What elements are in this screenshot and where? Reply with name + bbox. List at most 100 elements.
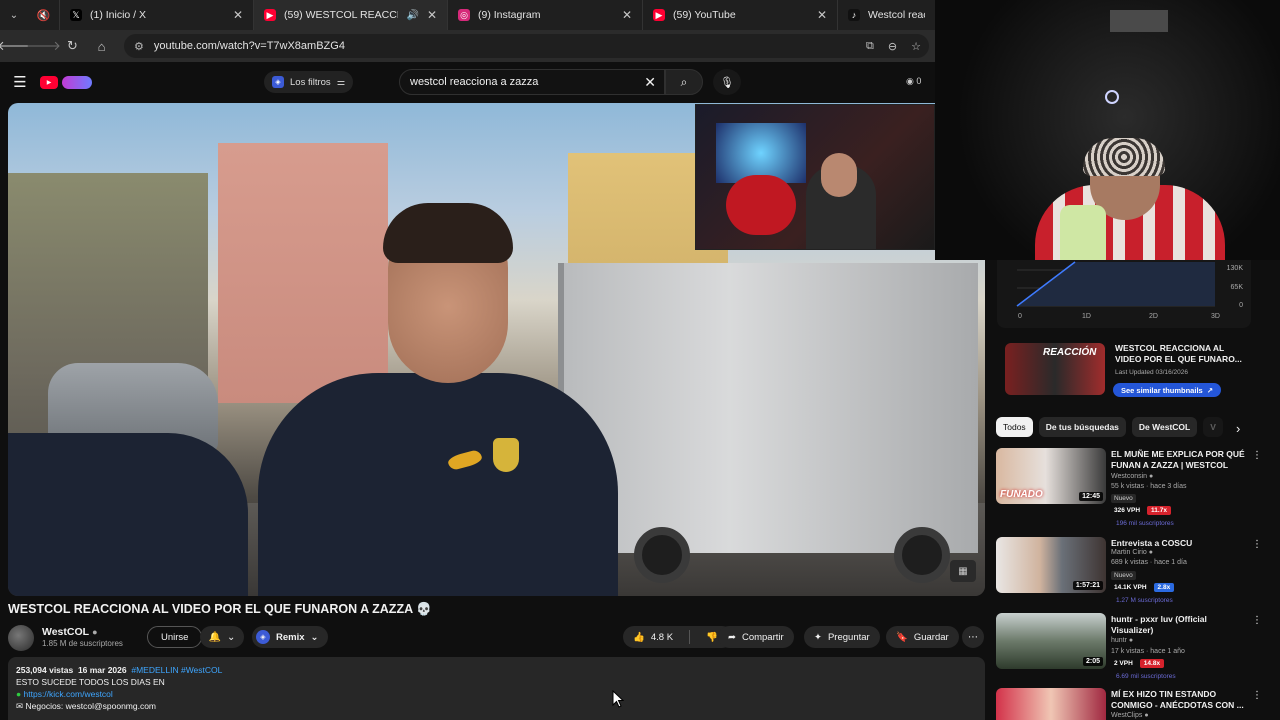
multiplier-badge: 2.8x (1153, 583, 1175, 592)
similar-date: Last Updated 03/16/2026 (1115, 369, 1189, 376)
home-icon[interactable]: ⌂ (87, 30, 116, 62)
recommendation-item[interactable]: 1:57:21 Entrevista a COSCU Martin Cirio … (996, 537, 1264, 621)
recommendation-title[interactable]: huntr - pxxr luv (Official Visualizer) (1111, 614, 1251, 636)
share-button[interactable]: ➦ Compartir (718, 626, 794, 648)
clear-search-icon[interactable]: ✕ (644, 74, 656, 91)
verified-icon: ● (92, 627, 98, 637)
more-actions-icon[interactable]: ⋯ (962, 626, 984, 648)
microphone-icon[interactable]: 🎙 (713, 69, 741, 95)
chip-next-partial[interactable]: V (1203, 417, 1223, 437)
chip-todos[interactable]: Todos (996, 417, 1033, 437)
site-info-icon[interactable]: ⚙ (134, 40, 144, 53)
green-dot-icon: ● (16, 689, 22, 699)
chevron-right-icon[interactable]: › (1236, 421, 1240, 436)
video-scene-wheel (894, 527, 950, 583)
video-description[interactable]: 253,094 vistas 16 mar 2026 #MEDELLIN #We… (8, 657, 985, 720)
webcam-scene-bottle (1060, 205, 1106, 260)
remix-button[interactable]: ◈ Remix ⌄ (252, 626, 329, 648)
similar-title[interactable]: WESTCOL REACCIONA AL VIDEO POR EL QUE FU… (1115, 343, 1251, 365)
see-similar-thumbnails-button[interactable]: See similar thumbnails ↗ (1113, 383, 1221, 397)
recommendation-channel[interactable]: Westconsin ● (1111, 473, 1153, 480)
recommendation-title[interactable]: EL MUÑE ME EXPLICA POR QUÉ FUNAN A ZAZZA… (1111, 449, 1251, 471)
hashtags[interactable]: #MEDELLIN #WestCOL (131, 665, 222, 675)
back-icon[interactable]: 🡐 (0, 30, 32, 62)
chip-de-westcol[interactable]: De WestCOL (1131, 417, 1198, 437)
speaker-icon[interactable]: 🔊 (406, 10, 418, 21)
close-icon[interactable]: ✕ (427, 8, 437, 22)
like-button[interactable]: 👍 4.8 K (623, 626, 683, 648)
join-button[interactable]: Unirse (147, 626, 203, 648)
webcam-scene-light (1105, 90, 1119, 104)
search-icon[interactable]: ⌕ (665, 69, 703, 95)
upload-date: 16 mar 2026 (77, 665, 127, 675)
channel-row: WestCOL ● 1.85 M de suscriptores Unirse 🔔… (8, 624, 985, 651)
tab-tiktok[interactable]: ♪ Westcol reacc (838, 0, 935, 30)
verified-icon: ● (1128, 637, 1134, 644)
close-icon[interactable]: ✕ (622, 8, 632, 22)
tab-instagram[interactable]: ◎ (9) Instagram ✕ (448, 0, 643, 30)
recommendation-item[interactable]: MÍ EX HIZO TIN ESTANDO CONMIGO - ANÉCDOT… (996, 688, 1264, 720)
youtube-icon: ▶ (653, 9, 665, 21)
youtube-logo[interactable]: ▶ (40, 75, 92, 89)
video-duration: 2:05 (1082, 657, 1103, 666)
recommendation-thumbnail[interactable] (996, 688, 1106, 720)
kick-link[interactable]: https://kick.com/westcol (24, 689, 113, 699)
filters-button[interactable]: ◈ Los filtros ⚌ (264, 71, 354, 93)
install-app-icon[interactable]: ⧉ (866, 40, 874, 53)
zoom-icon[interactable]: ⊖ (888, 40, 897, 53)
cam-scene-screen (716, 123, 806, 183)
description-stats: 253,094 vistas 16 mar 2026 #MEDELLIN #We… (16, 664, 977, 676)
chip-de-tus-busquedas[interactable]: De tus búsquedas (1038, 417, 1126, 437)
address-bar[interactable]: ⚙ youtube.com/watch?v=T7wX8amBZG4 ⧉ ⊖ ☆ (124, 34, 929, 58)
tab-x[interactable]: 𝕏 (1) Inicio / X ✕ (60, 0, 254, 30)
ask-button[interactable]: ✦ Preguntar (804, 626, 880, 648)
chevron-down-icon: ⌄ (227, 631, 236, 643)
recommendation-thumbnail[interactable]: FUNADO 12:45 (996, 448, 1106, 504)
bookmark-star-icon[interactable]: ☆ (911, 40, 921, 53)
close-icon[interactable]: ✕ (817, 8, 827, 22)
more-vert-icon[interactable]: ⋮ (1252, 539, 1262, 550)
channel-name[interactable]: WestCOL ● (42, 626, 98, 638)
similar-thumbnail[interactable]: REACCIÓN (1005, 343, 1105, 395)
sparkle-icon: ✦ (814, 631, 822, 643)
recommendation-stats: 2 VPH 14.8x (1111, 659, 1165, 668)
save-label: Guardar (913, 631, 949, 643)
search-input[interactable]: westcol reacciona a zazza ✕ (399, 69, 665, 95)
more-vert-icon[interactable]: ⋮ (1252, 450, 1262, 461)
tab-westcol-video[interactable]: ▶ (59) WESTCOL REACCIONA 🔊 ✕ (254, 0, 448, 30)
recommendation-title[interactable]: Entrevista a COSCU (1111, 538, 1251, 549)
view-count: 253,094 vistas (16, 665, 74, 675)
external-link-icon: ↗ (1206, 385, 1213, 395)
recommendation-title[interactable]: MÍ EX HIZO TIN ESTANDO CONMIGO - ANÉCDOT… (1111, 689, 1251, 711)
tab-search-chevron-icon[interactable]: ⌄ (0, 0, 28, 30)
video-scene-truck (558, 263, 978, 583)
save-button[interactable]: 🔖 Guardar (886, 626, 959, 648)
recommendation-channel[interactable]: Martin Cirio ● (1111, 549, 1153, 556)
youtube-icon: ▶ (264, 9, 276, 21)
verified-icon: ● (1149, 473, 1154, 480)
instagram-icon: ◎ (458, 9, 470, 21)
recommendation-item[interactable]: FUNADO 12:45 EL MUÑE ME EXPLICA POR QUÉ … (996, 448, 1264, 532)
webcam-scene-cap (1083, 138, 1165, 176)
recommendation-channel[interactable]: WestClips ● (1111, 712, 1149, 719)
reload-icon[interactable]: ↻ (58, 30, 87, 62)
close-icon[interactable]: ✕ (233, 8, 243, 22)
ask-label: Preguntar (827, 631, 870, 643)
recommendation-item[interactable]: 2:05 huntr - pxxr luv (Official Visualiz… (996, 613, 1264, 697)
recommendation-thumbnail[interactable]: 1:57:21 (996, 537, 1106, 593)
more-vert-icon[interactable]: ⋮ (1252, 690, 1262, 701)
channel-avatar[interactable] (8, 625, 34, 651)
tab-youtube[interactable]: ▶ (59) YouTube ✕ (643, 0, 838, 30)
verified-icon: ● (1144, 712, 1149, 719)
forward-icon[interactable]: 🡒 (26, 30, 61, 62)
tab-muted-icon[interactable]: 🔇 (28, 0, 60, 30)
more-vert-icon[interactable]: ⋮ (1252, 615, 1262, 626)
video-scene-crest (493, 438, 519, 472)
views-stats-card: 130K 65K 0 0 1D 2D 3D (997, 260, 1251, 328)
recommendation-thumbnail[interactable]: 2:05 (996, 613, 1106, 669)
recommendation-channel[interactable]: huntr ● (1111, 637, 1133, 644)
video-scene-person (258, 203, 618, 596)
subscribe-bell-button[interactable]: 🔔 ⌄ (200, 626, 244, 648)
menu-icon[interactable]: ☰ (0, 73, 40, 91)
video-scene-arm (8, 433, 248, 596)
